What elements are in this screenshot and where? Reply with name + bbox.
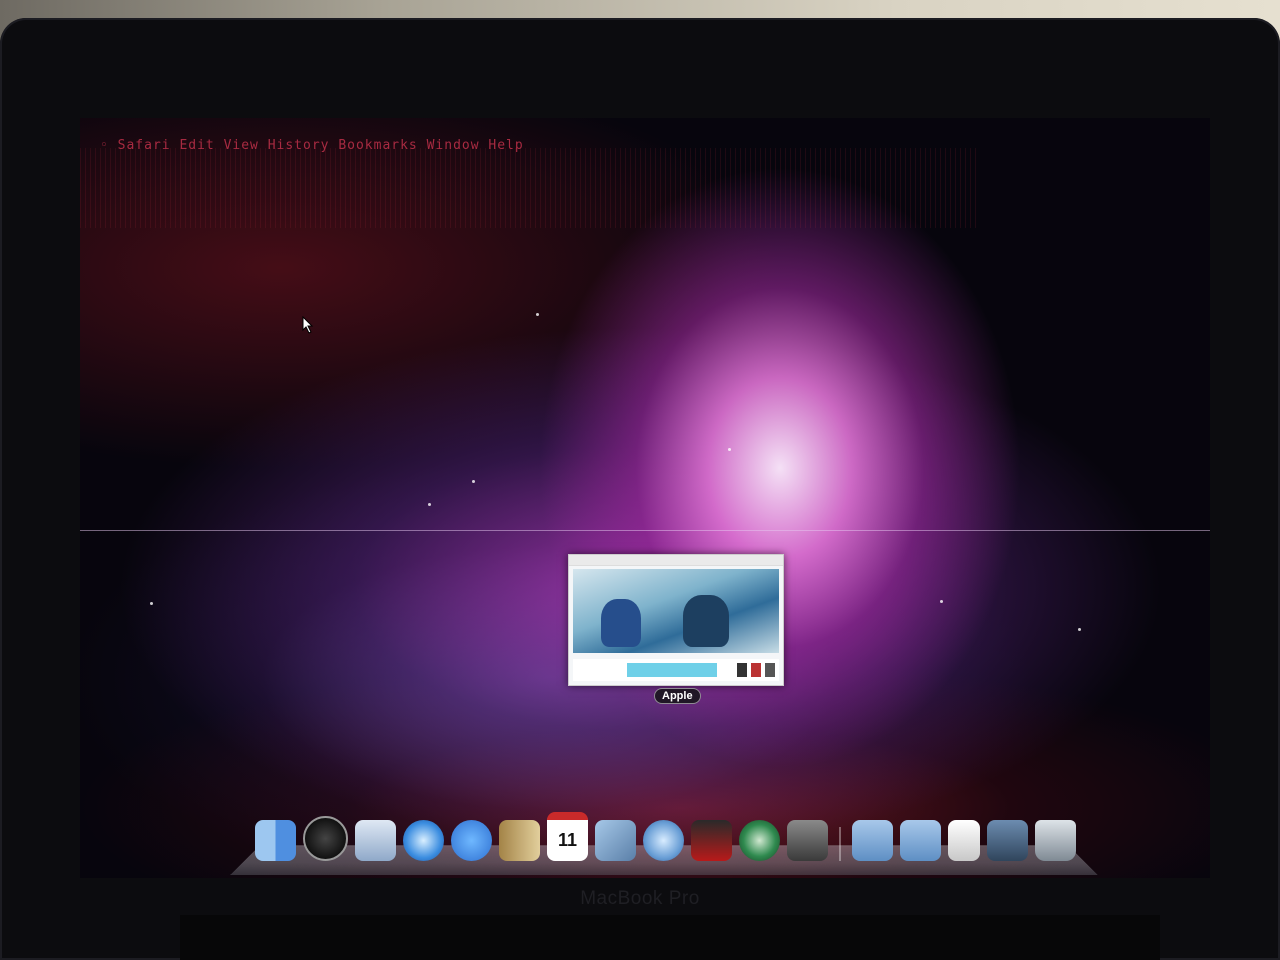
preview-product	[765, 663, 775, 677]
star	[1078, 628, 1081, 631]
star	[150, 602, 153, 605]
ichat-icon[interactable]	[451, 820, 492, 861]
ical-icon[interactable]: 11	[547, 812, 588, 861]
applications-folder-icon[interactable]	[852, 820, 893, 861]
trash-icon[interactable]	[1035, 820, 1076, 861]
garbled-menu-bar: ◦ Safari Edit View History Bookmarks Win…	[100, 138, 524, 153]
preview-product	[737, 663, 747, 677]
preview-figure	[683, 595, 729, 647]
photo-booth-icon[interactable]	[691, 820, 732, 861]
desktop-screen: ◦ Safari Edit View History Bookmarks Win…	[80, 118, 1210, 878]
system-preferences-icon[interactable]	[787, 820, 828, 861]
safari-icon[interactable]	[403, 820, 444, 861]
document-stack-icon[interactable]	[948, 820, 980, 861]
itunes-icon[interactable]	[643, 820, 684, 861]
finder-icon[interactable]	[255, 820, 296, 861]
window-title-tooltip: Apple	[654, 688, 701, 704]
preview-nav-bar	[569, 555, 783, 566]
documents-folder-icon[interactable]	[900, 820, 941, 861]
dock-separator	[839, 827, 841, 861]
laptop-bezel: ◦ Safari Edit View History Bookmarks Win…	[0, 18, 1280, 960]
preview-hero-image	[573, 569, 779, 653]
preview-product-strip	[627, 663, 717, 677]
preview-product	[751, 663, 761, 677]
dock: 11	[255, 812, 1076, 861]
star	[428, 503, 431, 506]
laptop-brand-label: MacBook Pro	[580, 888, 700, 909]
star	[536, 313, 539, 316]
time-machine-icon[interactable]	[739, 820, 780, 861]
dashboard-icon[interactable]	[303, 816, 348, 861]
iphoto-icon[interactable]	[595, 820, 636, 861]
preview-footer	[573, 659, 779, 681]
pictures-stack-icon[interactable]	[987, 820, 1028, 861]
star	[940, 600, 943, 603]
laptop-hinge	[180, 915, 1160, 960]
display-artifact-line	[80, 530, 1210, 531]
exposé-window-preview[interactable]	[568, 554, 784, 686]
star	[472, 480, 475, 483]
star	[728, 448, 731, 451]
mouse-cursor-icon	[302, 316, 314, 334]
address-book-icon[interactable]	[499, 820, 540, 861]
preview-figure	[601, 599, 641, 647]
menu-bar-noise	[80, 148, 980, 228]
mail-icon[interactable]	[355, 820, 396, 861]
